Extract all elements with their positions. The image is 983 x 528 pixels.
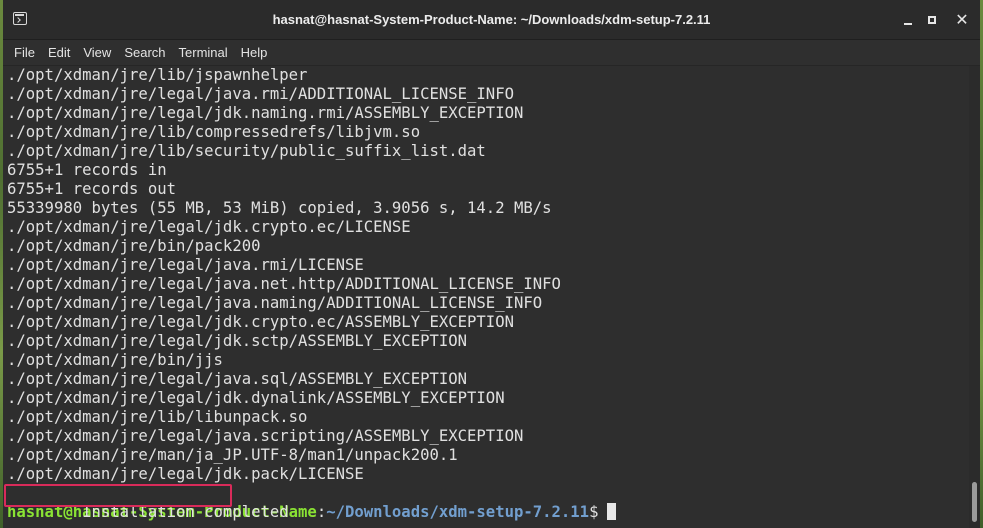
menu-view[interactable]: View: [83, 45, 111, 60]
output-line: 6755+1 records out: [7, 180, 176, 198]
output-lines: ./opt/xdman/jre/lib/jspawnhelper ./opt/x…: [4, 66, 617, 522]
menu-edit[interactable]: Edit: [48, 45, 70, 60]
scrollbar[interactable]: [969, 66, 980, 528]
menu-search[interactable]: Search: [124, 45, 165, 60]
output-line: ./opt/xdman/jre/legal/java.net.http/ADDI…: [7, 275, 561, 293]
text-cursor: [607, 503, 617, 520]
prompt-symbol: $: [589, 503, 599, 521]
menu-bar: File Edit View Search Terminal Help: [3, 40, 980, 66]
highlight-box: [4, 484, 232, 507]
output-line: ./opt/xdman/jre/legal/java.scripting/ASS…: [7, 427, 524, 445]
output-line: ./opt/xdman/jre/lib/security/public_suff…: [7, 142, 486, 160]
output-line: ./opt/xdman/jre/legal/java.rmi/LICENSE: [7, 256, 364, 274]
menu-terminal[interactable]: Terminal: [179, 45, 228, 60]
window-title: hasnat@hasnat-System-Product-Name: ~/Dow…: [272, 12, 711, 27]
output-line: ./opt/xdman/jre/lib/jspawnhelper: [7, 66, 308, 84]
output-line: ./opt/xdman/jre/legal/jdk.pack/LICENSE: [7, 465, 364, 483]
menu-help[interactable]: Help: [241, 45, 268, 60]
close-button[interactable]: ✕: [954, 12, 970, 28]
output-line: ./opt/xdman/jre/legal/java.naming/ADDITI…: [7, 294, 543, 312]
prompt-separator: :: [316, 503, 327, 521]
close-icon: ✕: [955, 10, 969, 29]
completion-line: Installation completed: [4, 484, 616, 521]
maximize-icon: [928, 16, 936, 24]
output-line: ./opt/xdman/jre/legal/java.rmi/ADDITIONA…: [7, 85, 514, 103]
output-line: ./opt/xdman/jre/lib/libunpack.so: [7, 408, 308, 426]
output-line: ./opt/xdman/jre/man/ja_JP.UTF-8/man1/unp…: [7, 446, 458, 464]
scrollbar-thumb[interactable]: [972, 482, 977, 522]
prompt-path: ~/Downloads/xdm-setup-7.2.11: [326, 503, 590, 521]
menu-file[interactable]: File: [14, 45, 35, 60]
output-line: 55339980 bytes (55 MB, 53 MiB) copied, 3…: [7, 199, 552, 217]
output-line: ./opt/xdman/jre/bin/pack200: [7, 237, 261, 255]
terminal-output[interactable]: ./opt/xdman/jre/lib/jspawnhelper ./opt/x…: [3, 66, 969, 528]
output-line: ./opt/xdman/jre/legal/jdk.crypto.ec/LICE…: [7, 218, 411, 236]
output-line: ./opt/xdman/jre/legal/jdk.naming.rmi/ASS…: [7, 104, 524, 122]
output-line: ./opt/xdman/jre/legal/jdk.sctp/ASSEMBLY_…: [7, 332, 468, 350]
output-line: 6755+1 records in: [7, 161, 167, 179]
output-line: ./opt/xdman/jre/legal/jdk.crypto.ec/ASSE…: [7, 313, 514, 331]
maximize-button[interactable]: [924, 12, 940, 28]
terminal-window: hasnat@hasnat-System-Product-Name: ~/Dow…: [3, 0, 980, 528]
output-line: ./opt/xdman/jre/legal/java.sql/ASSEMBLY_…: [7, 370, 468, 388]
minimize-button[interactable]: [900, 12, 916, 28]
minimize-icon: [904, 23, 912, 25]
output-line: ./opt/xdman/jre/legal/jdk.dynalink/ASSEM…: [7, 389, 505, 407]
title-bar[interactable]: hasnat@hasnat-System-Product-Name: ~/Dow…: [3, 0, 980, 40]
output-line: ./opt/xdman/jre/lib/compressedrefs/libjv…: [7, 123, 421, 141]
output-line: ./opt/xdman/jre/bin/jjs: [7, 351, 223, 369]
